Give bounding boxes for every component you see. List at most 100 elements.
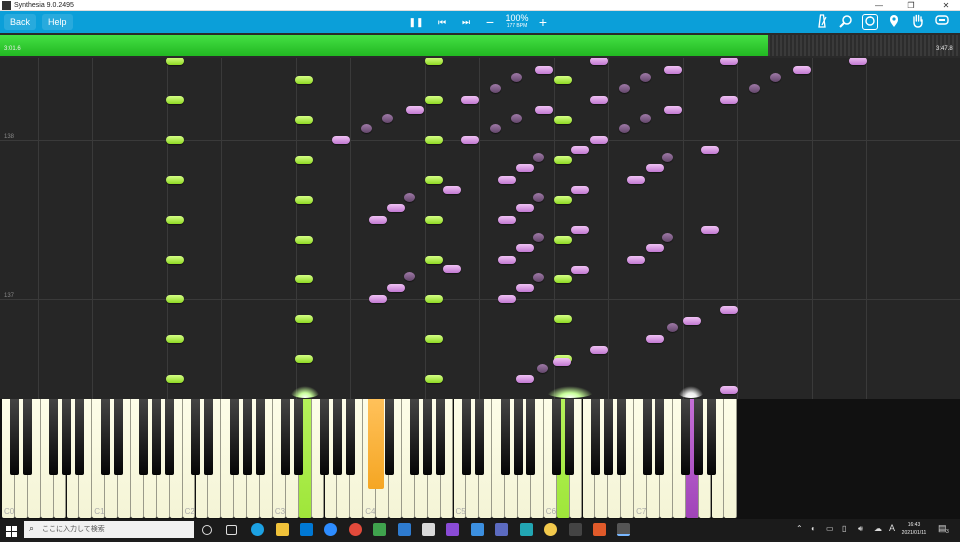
note-right-hand xyxy=(498,256,516,264)
piano-black-key[interactable] xyxy=(139,399,149,475)
close-button[interactable]: ✕ xyxy=(935,0,957,11)
chevron-up-icon[interactable]: ⌃ xyxy=(796,524,803,533)
task-view-icon[interactable] xyxy=(226,525,237,535)
piano-black-key[interactable] xyxy=(49,399,59,475)
piano-black-key[interactable] xyxy=(255,399,265,475)
note-right-hand xyxy=(720,58,738,65)
piano-black-key[interactable] xyxy=(10,399,20,475)
app-icon-teal[interactable] xyxy=(520,523,533,536)
location-icon[interactable] xyxy=(886,14,902,30)
cortana-icon[interactable] xyxy=(202,525,212,535)
metronome-icon[interactable] xyxy=(814,14,830,30)
piano-black-key[interactable] xyxy=(191,399,200,475)
help-button[interactable]: Help xyxy=(42,14,73,30)
song-progress-bar[interactable]: 3:01.6 3:47.8 xyxy=(0,33,960,58)
piano-black-key[interactable] xyxy=(681,399,691,475)
piano-black-key[interactable] xyxy=(603,399,613,475)
taskbar-clock[interactable]: 16:43 2021/01/11 xyxy=(898,521,930,537)
piano-black-key[interactable] xyxy=(229,399,239,475)
note-left-hand xyxy=(295,315,313,323)
app-icon-doc[interactable] xyxy=(422,523,435,536)
progress-fill xyxy=(0,35,768,56)
piano-black-key[interactable] xyxy=(152,399,162,475)
chrome-icon[interactable] xyxy=(349,523,362,536)
maximize-button[interactable]: ❐ xyxy=(900,0,922,11)
piano-black-key[interactable] xyxy=(165,399,175,475)
piano-white-key[interactable] xyxy=(724,399,738,518)
note-right-hand xyxy=(369,216,387,224)
piano-black-key[interactable] xyxy=(113,399,123,475)
piano-black-key[interactable] xyxy=(294,399,304,475)
loop-icon[interactable] xyxy=(862,14,878,30)
piano-black-key[interactable] xyxy=(345,399,355,475)
piano-black-key[interactable] xyxy=(590,399,600,475)
app-icon-film[interactable] xyxy=(569,523,582,536)
piano-black-key[interactable] xyxy=(74,399,84,475)
note-right-hand xyxy=(701,226,719,234)
chrome-canary-icon[interactable] xyxy=(544,523,557,536)
measure-line xyxy=(0,299,960,300)
faster-button[interactable]: + xyxy=(535,14,551,30)
piano-black-key[interactable] xyxy=(694,399,704,475)
hand-icon[interactable] xyxy=(910,14,926,30)
visual-studio-icon[interactable] xyxy=(446,523,459,536)
piano-black-key[interactable] xyxy=(552,399,562,475)
piano-black-key[interactable] xyxy=(526,399,536,475)
app-icon-teams[interactable] xyxy=(471,523,484,536)
tray-usb-icon[interactable]: ▯ xyxy=(842,524,846,533)
falling-notes-area: 138 137 xyxy=(0,58,960,399)
piano-keyboard[interactable]: C0 C1 C2 C3 C4 C5 C6 C7 xyxy=(0,399,960,519)
app-icon-orange[interactable] xyxy=(593,523,606,536)
piano-black-key[interactable] xyxy=(281,399,291,475)
ime-indicator[interactable]: A xyxy=(889,523,895,533)
app-icon-purple[interactable] xyxy=(495,523,508,536)
volume-icon[interactable]: 🔊︎ xyxy=(858,524,863,534)
piano-black-key[interactable] xyxy=(100,399,110,475)
piano-black-key[interactable] xyxy=(203,399,213,475)
tray-display-icon[interactable]: ▭ xyxy=(826,524,834,533)
piano-black-key[interactable] xyxy=(616,399,626,475)
piano-black-key[interactable] xyxy=(707,399,716,475)
piano-black-key[interactable] xyxy=(62,399,71,475)
note-left-hand xyxy=(166,256,184,264)
store-icon[interactable] xyxy=(300,523,313,536)
note-left-hand xyxy=(295,236,313,244)
piano-black-key[interactable] xyxy=(655,399,665,475)
piano-black-key[interactable] xyxy=(332,399,342,475)
note-right-hand xyxy=(516,244,534,252)
zoom-icon[interactable] xyxy=(838,14,854,30)
taskbar-search-box[interactable]: ⌕ ここに入力して検索 xyxy=(24,521,194,538)
synthesia-taskbar-icon[interactable] xyxy=(617,523,630,536)
piano-black-key[interactable] xyxy=(500,399,510,475)
app-icon-blue[interactable] xyxy=(324,523,337,536)
piano-black-key[interactable] xyxy=(320,399,329,475)
file-explorer-icon[interactable] xyxy=(276,523,289,536)
piano-black-key[interactable] xyxy=(23,399,33,475)
app-icon-green[interactable] xyxy=(373,523,386,536)
app-icon-blue-2[interactable] xyxy=(398,523,411,536)
piano-black-key[interactable] xyxy=(423,399,433,475)
piano-black-key[interactable] xyxy=(368,399,385,489)
note-left-hand xyxy=(554,76,572,84)
previous-icon[interactable]: ⏮ xyxy=(434,14,450,30)
slower-button[interactable]: − xyxy=(482,14,498,30)
minimize-button[interactable]: — xyxy=(868,0,890,11)
edge-icon[interactable] xyxy=(251,523,264,536)
total-time: 3:47.8 xyxy=(936,46,953,52)
piano-black-key[interactable] xyxy=(513,399,523,475)
windows-start-icon[interactable] xyxy=(6,524,17,537)
settings-icon[interactable] xyxy=(934,14,950,30)
piano-black-key[interactable] xyxy=(384,399,394,475)
pause-icon[interactable]: ❚❚ xyxy=(408,14,424,30)
next-icon[interactable]: ⏭ xyxy=(458,14,474,30)
piano-black-key[interactable] xyxy=(565,399,575,475)
tray-app-icon[interactable]: ◐ xyxy=(811,524,816,533)
back-button[interactable]: Back xyxy=(4,14,37,30)
piano-black-key[interactable] xyxy=(436,399,446,475)
piano-black-key[interactable] xyxy=(642,399,652,475)
piano-black-key[interactable] xyxy=(474,399,484,475)
piano-black-key[interactable] xyxy=(242,399,252,475)
piano-black-key[interactable] xyxy=(461,399,471,475)
cloud-icon[interactable]: ☁︎ xyxy=(874,524,882,533)
piano-black-key[interactable] xyxy=(410,399,420,475)
